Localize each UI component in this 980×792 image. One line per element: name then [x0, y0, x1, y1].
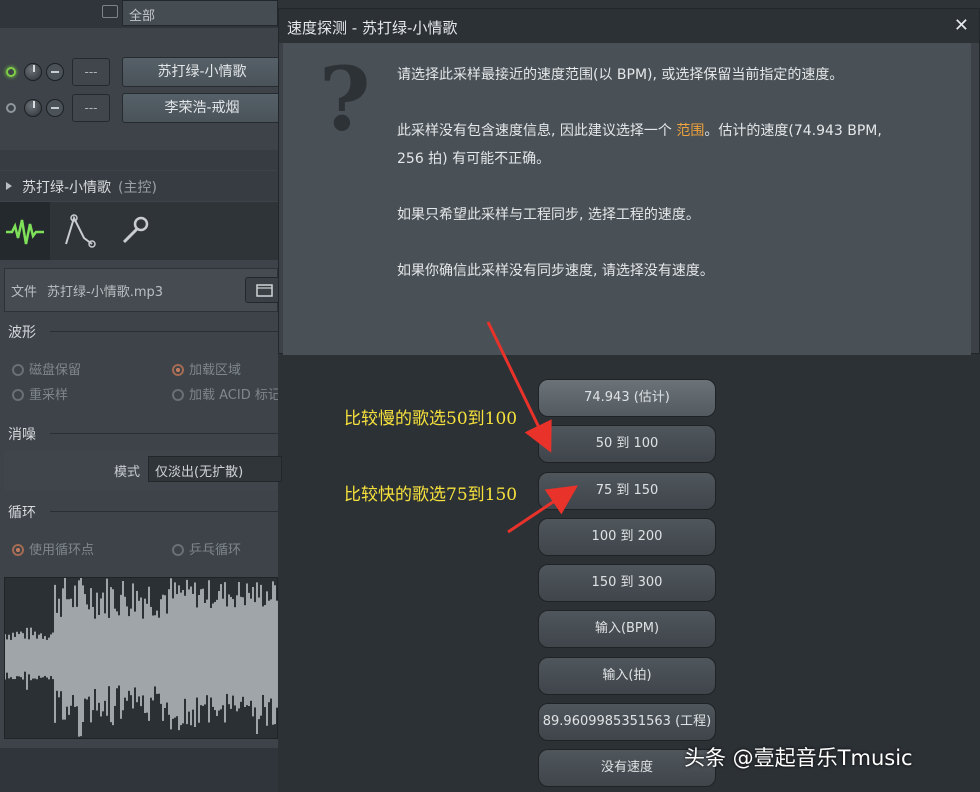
channel-settings-suffix: (主控) — [118, 180, 157, 196]
option-resample[interactable]: 重采样 — [12, 384, 68, 403]
section-title: 循环 — [8, 505, 36, 521]
dialog-content: ? 请选择此采样最接近的速度范围(以 BPM), 或选择保留当前指定的速度。 此… — [283, 43, 971, 355]
project-tempo-button[interactable]: 89.9609985351563 (工程) — [538, 703, 716, 741]
filter-label: 全部 — [129, 9, 156, 24]
declick-section: 消噪 — [0, 422, 278, 446]
channel-led[interactable] — [6, 67, 16, 77]
dialog-title: 速度探测 - 苏打绿-小情歌 — [287, 19, 458, 37]
bottom-strip — [0, 748, 278, 792]
option-disk-keep[interactable]: 磁盘保留 — [12, 359, 81, 378]
enter-beats-button[interactable]: 输入(拍) — [538, 657, 716, 695]
tab-sample[interactable] — [0, 202, 50, 260]
message-text: 。估计的速度(74.943 BPM, — [704, 123, 882, 139]
option-load-acid[interactable]: 加载 ACID 标记 — [172, 384, 278, 403]
option-use-loop-points[interactable]: 使用循环点 — [12, 539, 94, 558]
waveform-icon — [6, 219, 44, 245]
option-load-regions[interactable]: 加载区域 — [172, 359, 241, 378]
option-label: 加载区域 — [189, 363, 242, 378]
file-name: 苏打绿-小情歌.mp3 — [47, 285, 164, 300]
option-label: 乒乓循环 — [189, 543, 242, 558]
tab-envelope[interactable] — [54, 202, 104, 260]
file-label: 文件 — [11, 285, 38, 300]
expand-triangle-icon — [6, 182, 12, 190]
message-text: 256 拍) 有可能不正确。 — [397, 151, 551, 167]
watermark: 头条 @壹起音乐Tmusic — [684, 746, 913, 770]
channel-row: --- 李荣浩-戒烟 — [0, 92, 282, 128]
volume-knob[interactable] — [24, 99, 42, 117]
channel-button[interactable]: 李荣浩-戒烟 — [122, 93, 282, 123]
folder-icon[interactable] — [102, 5, 118, 18]
channel-settings-header[interactable]: 苏打绿-小情歌 (主控) — [0, 171, 278, 201]
channel-tabs — [0, 202, 278, 260]
loop-section: 循环 — [0, 500, 278, 524]
filter-dropdown[interactable]: 全部 — [122, 0, 278, 26]
arrow-to-75-150-icon — [507, 485, 578, 534]
mode-select[interactable]: 仅淡出(无扩散) — [148, 456, 282, 482]
arrow-to-50-100-icon — [486, 321, 552, 453]
waveform-graphic — [4, 576, 278, 737]
browse-file-button[interactable] — [245, 277, 281, 303]
option-label: 使用循环点 — [29, 543, 95, 558]
channel-route[interactable]: --- — [72, 94, 110, 122]
separator — [0, 150, 278, 170]
question-mark-icon: ? — [319, 47, 371, 151]
dialog-titlebar: 速度探测 - 苏打绿-小情歌 ✕ — [279, 9, 979, 43]
enter-bpm-button[interactable]: 输入(BPM) — [538, 610, 716, 648]
option-label: 磁盘保留 — [29, 363, 82, 378]
mode-row: 模式 仅淡出(无扩散) — [4, 450, 282, 490]
range-link[interactable]: 范围 — [676, 123, 704, 139]
option-label: 重采样 — [29, 388, 69, 403]
channel-rack-panel: 全部 --- 苏打绿-小情歌 --- 李荣浩-戒烟 苏打绿-小情歌 (主控) 文… — [0, 0, 282, 792]
folder-icon — [256, 284, 273, 297]
mode-label: 模式 — [114, 465, 141, 480]
message-line-4: 如果你确信此采样没有同步速度, 请选择没有速度。 — [397, 263, 714, 279]
section-title: 波形 — [8, 325, 36, 341]
channel-led[interactable] — [6, 103, 16, 113]
option-label: 加载 ACID 标记 — [189, 388, 278, 403]
tempo-150-300-button[interactable]: 150 到 300 — [538, 564, 716, 602]
waveform-section: 波形 — [0, 320, 278, 344]
message-text: 此采样没有包含速度信息, 因此建议选择一个 — [397, 123, 677, 139]
channel-route[interactable]: --- — [72, 58, 110, 86]
section-title: 消噪 — [8, 427, 36, 443]
message-line-3: 如果只希望此采样与工程同步, 选择工程的速度。 — [397, 207, 700, 223]
annotation-arrows — [486, 321, 578, 534]
channel-settings-title: 苏打绿-小情歌 — [22, 180, 112, 196]
close-icon[interactable]: ✕ — [954, 15, 969, 36]
option-pingpong-loop[interactable]: 乒乓循环 — [172, 539, 241, 558]
sample-waveform[interactable] — [4, 576, 278, 739]
volume-knob[interactable] — [24, 63, 42, 81]
pan-knob[interactable] — [46, 63, 64, 81]
tempo-detection-dialog: 速度探测 - 苏打绿-小情歌 ✕ ? 请选择此采样最接近的速度范围(以 BPM)… — [278, 8, 980, 355]
message-line-1: 请选择此采样最接近的速度范围(以 BPM), 或选择保留当前指定的速度。 — [397, 67, 844, 83]
message-line-2: 此采样没有包含速度信息, 因此建议选择一个 范围。估计的速度(74.943 BP… — [397, 117, 957, 173]
file-row: 文件 苏打绿-小情歌.mp3 — [4, 268, 281, 312]
wrench-icon — [122, 216, 149, 244]
pan-knob[interactable] — [46, 99, 64, 117]
channel-button[interactable]: 苏打绿-小情歌 — [122, 57, 282, 87]
channel-row: --- 苏打绿-小情歌 — [0, 56, 282, 92]
browser-strip: 全部 — [0, 0, 278, 28]
envelope-icon — [65, 214, 96, 248]
tab-misc[interactable] — [108, 202, 158, 260]
